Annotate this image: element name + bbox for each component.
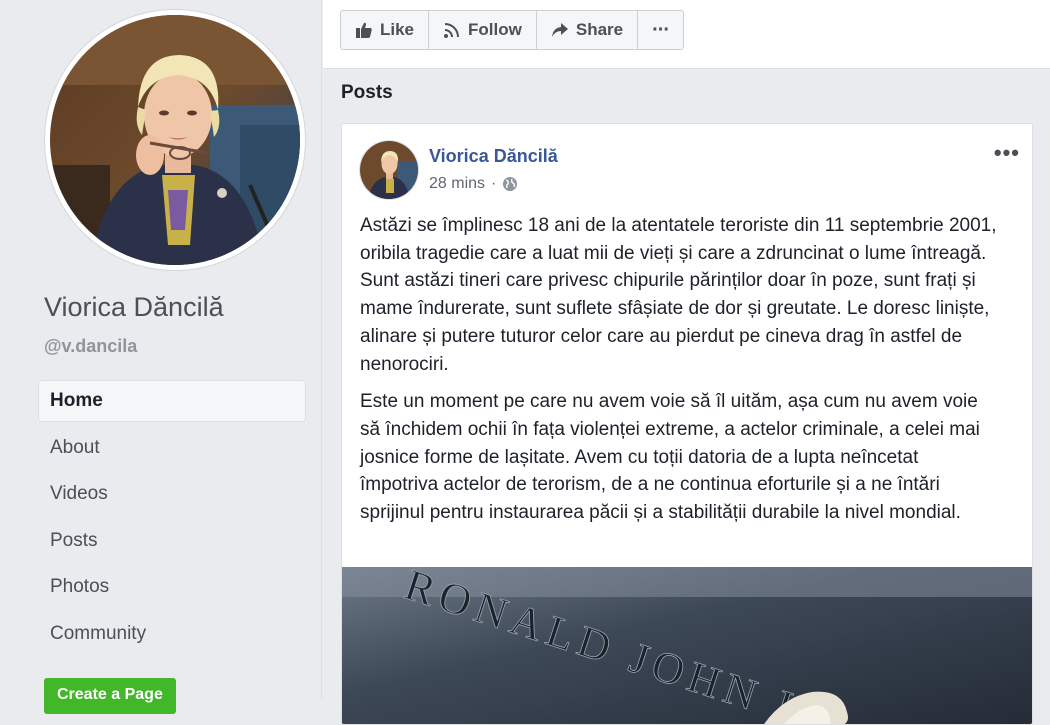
profile-picture-frame[interactable] xyxy=(45,10,305,270)
post-photo[interactable]: RONALD JOHN HE xyxy=(342,567,1032,724)
nav-item-posts[interactable]: Posts xyxy=(38,520,306,562)
follow-label: Follow xyxy=(468,20,522,39)
like-button[interactable]: Like xyxy=(341,11,430,49)
post-text: Astăzi se împlinesc 18 ani de la atentat… xyxy=(360,212,1000,537)
post-timestamp[interactable]: 28 mins xyxy=(429,175,485,193)
share-label: Share xyxy=(575,20,624,39)
post-paragraph-2: Este un moment pe care nu avem voie să î… xyxy=(360,391,980,524)
nav-item-about[interactable]: About xyxy=(38,427,306,469)
left-column: Viorica Dăncilă @v.dancila Home About Vi… xyxy=(0,0,322,714)
post-author-avatar[interactable] xyxy=(360,141,418,199)
nav-item-videos[interactable]: Videos xyxy=(38,473,306,515)
column-divider xyxy=(321,0,322,700)
follow-button[interactable]: Follow xyxy=(429,11,537,49)
page-nav: Home About Videos Posts Photos Community xyxy=(38,380,306,660)
page-handle[interactable]: @v.dancila xyxy=(44,336,137,357)
share-button[interactable]: Share xyxy=(537,11,639,49)
nav-item-home[interactable]: Home xyxy=(38,380,306,422)
share-arrow-icon xyxy=(551,23,568,37)
post-meta: 28 mins · xyxy=(429,175,518,193)
meta-separator: · xyxy=(491,175,497,192)
more-dots-icon: ··· xyxy=(652,18,670,41)
profile-picture[interactable] xyxy=(50,15,300,265)
globe-icon[interactable] xyxy=(502,176,518,192)
post-paragraph-1: Astăzi se împlinesc 18 ani de la atentat… xyxy=(360,215,997,375)
like-label: Like xyxy=(380,20,415,39)
rss-icon xyxy=(444,23,460,38)
page-action-bar: Like Follow Share ··· xyxy=(340,10,685,50)
nav-item-photos[interactable]: Photos xyxy=(38,566,306,608)
posts-heading: Posts xyxy=(341,82,393,103)
more-button[interactable]: ··· xyxy=(638,11,683,49)
post-options-icon[interactable]: ••• xyxy=(994,140,1020,166)
post-card: Viorica Dăncilă 28 mins · ••• Astăzi se … xyxy=(341,123,1033,725)
create-page-button[interactable]: Create a Page xyxy=(44,678,176,714)
thumbs-up-icon xyxy=(356,22,372,38)
post-author-name[interactable]: Viorica Dăncilă xyxy=(429,146,558,167)
page-name: Viorica Dăncilă xyxy=(44,292,224,322)
nav-item-community[interactable]: Community xyxy=(38,613,306,655)
